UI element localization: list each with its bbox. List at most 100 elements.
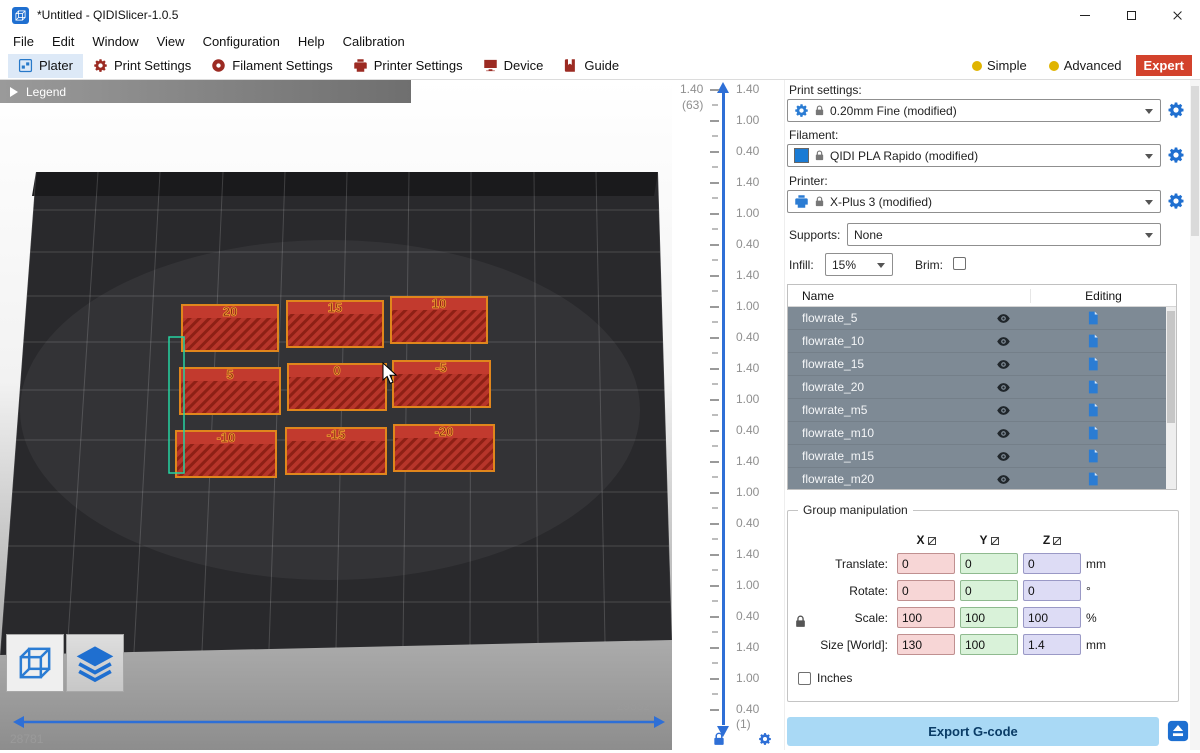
object-editing-icon[interactable] xyxy=(1086,380,1100,394)
visibility-eye-icon[interactable] xyxy=(996,403,1011,418)
size-y-field[interactable] xyxy=(960,634,1018,655)
tick-mark xyxy=(710,399,719,401)
menu-help[interactable]: Help xyxy=(289,34,334,49)
object-list-row[interactable]: flowrate_m20 xyxy=(788,468,1166,489)
translate-label: Translate: xyxy=(796,557,892,571)
sidebar-scrollbar[interactable] xyxy=(1190,80,1200,750)
view-3d-button[interactable] xyxy=(6,634,64,692)
flowrate-object-20[interactable]: 20 xyxy=(182,304,278,351)
infill-select[interactable]: 15% xyxy=(825,253,893,276)
object-editing-icon[interactable] xyxy=(1086,472,1100,486)
maximize-button[interactable] xyxy=(1108,0,1154,30)
menu-file[interactable]: File xyxy=(4,34,43,49)
rotate-x-field[interactable] xyxy=(897,580,955,601)
uniform-scale-lock-icon[interactable] xyxy=(794,615,807,628)
visibility-eye-icon[interactable] xyxy=(996,311,1011,326)
close-button[interactable] xyxy=(1154,0,1200,30)
rotate-z-field[interactable] xyxy=(1023,580,1081,601)
object-list-row[interactable]: flowrate_m15 xyxy=(788,445,1166,468)
flowrate-object-5[interactable]: 5 xyxy=(180,367,280,414)
minimize-button[interactable] xyxy=(1062,0,1108,30)
object-list-row[interactable]: flowrate_5 xyxy=(788,307,1166,330)
tab-plater[interactable]: Plater xyxy=(8,54,83,78)
object-list-row[interactable]: flowrate_m5 xyxy=(788,399,1166,422)
flowrate-object-m20[interactable]: -20 xyxy=(394,424,494,471)
tick-mark xyxy=(710,678,719,680)
tab-device[interactable]: Device xyxy=(473,54,554,78)
tab-printer-settings[interactable]: Printer Settings xyxy=(343,54,473,78)
minimize-icon xyxy=(1080,15,1090,16)
brim-checkbox[interactable] xyxy=(953,257,966,270)
visibility-eye-icon[interactable] xyxy=(996,472,1011,487)
tab-print-settings[interactable]: Print Settings xyxy=(83,54,201,78)
translate-x-field[interactable] xyxy=(897,553,955,574)
scrollbar-thumb[interactable] xyxy=(1191,86,1199,236)
flowrate-object-m15[interactable]: -15 xyxy=(286,427,386,474)
slider-up-arrow-icon[interactable] xyxy=(717,82,729,93)
visibility-eye-icon[interactable] xyxy=(996,426,1011,441)
object-editing-icon[interactable] xyxy=(1086,357,1100,371)
menu-edit[interactable]: Edit xyxy=(43,34,83,49)
flowrate-object-m10[interactable]: -10 xyxy=(176,430,276,477)
legend-bar[interactable]: Legend xyxy=(0,80,411,103)
flowrate-object-10[interactable]: 10 xyxy=(391,296,487,343)
tab-guide[interactable]: Guide xyxy=(553,54,629,78)
visibility-eye-icon[interactable] xyxy=(996,334,1011,349)
object-list-row[interactable]: flowrate_20 xyxy=(788,376,1166,399)
rotate-y-field[interactable] xyxy=(960,580,1018,601)
translate-y-field[interactable] xyxy=(960,553,1018,574)
menu-configuration[interactable]: Configuration xyxy=(194,34,289,49)
layer-range-lock-icon[interactable] xyxy=(712,732,726,749)
mode-expert[interactable]: Expert xyxy=(1136,55,1192,76)
supports-select[interactable]: None xyxy=(847,223,1161,246)
object-editing-icon[interactable] xyxy=(1086,311,1100,325)
object-list-row[interactable]: flowrate_15 xyxy=(788,353,1166,376)
layer-slider-track[interactable] xyxy=(722,93,725,725)
layer-slider[interactable]: 1.40 (63) (1) 1.401.000.401.401.000.401.… xyxy=(672,80,784,750)
scale-z-field[interactable] xyxy=(1023,607,1081,628)
layers-preview-button[interactable] xyxy=(66,634,124,692)
printer-edit-gear-button[interactable] xyxy=(1167,192,1185,210)
print-settings-edit-gear-button[interactable] xyxy=(1167,101,1185,119)
axis-world-icon[interactable] xyxy=(1053,537,1061,545)
size-z-field[interactable] xyxy=(1023,634,1081,655)
visibility-eye-icon[interactable] xyxy=(996,380,1011,395)
flowrate-object-15[interactable]: 15 xyxy=(287,300,383,347)
mode-advanced[interactable]: Advanced xyxy=(1041,55,1130,76)
scale-x-field[interactable] xyxy=(897,607,955,628)
axis-world-icon[interactable] xyxy=(928,537,936,545)
axis-world-icon[interactable] xyxy=(991,537,999,545)
flowrate-object-0[interactable]: 0 xyxy=(288,363,386,410)
object-editing-icon[interactable] xyxy=(1086,449,1100,463)
export-gcode-button[interactable]: Export G-code xyxy=(787,717,1159,746)
filament-select[interactable]: QIDI PLA Rapido (modified) xyxy=(787,144,1161,167)
object-editing-icon[interactable] xyxy=(1086,334,1100,348)
translate-z-field[interactable] xyxy=(1023,553,1081,574)
menu-view[interactable]: View xyxy=(148,34,194,49)
inches-checkbox[interactable] xyxy=(798,672,811,685)
scale-y-field[interactable] xyxy=(960,607,1018,628)
visibility-eye-icon[interactable] xyxy=(996,357,1011,372)
tab-filament-settings[interactable]: Filament Settings xyxy=(201,54,342,78)
filament-edit-gear-button[interactable] xyxy=(1167,146,1185,164)
export-to-sd-eject-icon[interactable] xyxy=(1167,720,1189,742)
viewport-3d[interactable]: 20 15 10 5 xyxy=(0,80,672,750)
mode-simple[interactable]: Simple xyxy=(964,55,1035,76)
brim-label: Brim: xyxy=(915,258,943,272)
object-list-row[interactable]: flowrate_m10 xyxy=(788,422,1166,445)
printer-select[interactable]: X-Plus 3 (modified) xyxy=(787,190,1161,213)
size-x-field[interactable] xyxy=(897,634,955,655)
object-editing-icon[interactable] xyxy=(1086,426,1100,440)
flowrate-object-m5[interactable]: -5 xyxy=(393,360,490,407)
print-settings-select[interactable]: 0.20mm Fine (modified) xyxy=(787,99,1161,122)
object-list-scrollbar[interactable] xyxy=(1166,307,1176,489)
object-list-row[interactable]: flowrate_10 xyxy=(788,330,1166,353)
visibility-eye-icon[interactable] xyxy=(996,449,1011,464)
tick-mark-minor xyxy=(712,197,718,199)
scrollbar-thumb[interactable] xyxy=(1167,311,1175,423)
chevron-down-icon xyxy=(1145,109,1153,114)
menu-calibration[interactable]: Calibration xyxy=(334,34,414,49)
object-editing-icon[interactable] xyxy=(1086,403,1100,417)
layer-slider-settings-gear-icon[interactable] xyxy=(758,732,772,749)
menu-window[interactable]: Window xyxy=(83,34,147,49)
